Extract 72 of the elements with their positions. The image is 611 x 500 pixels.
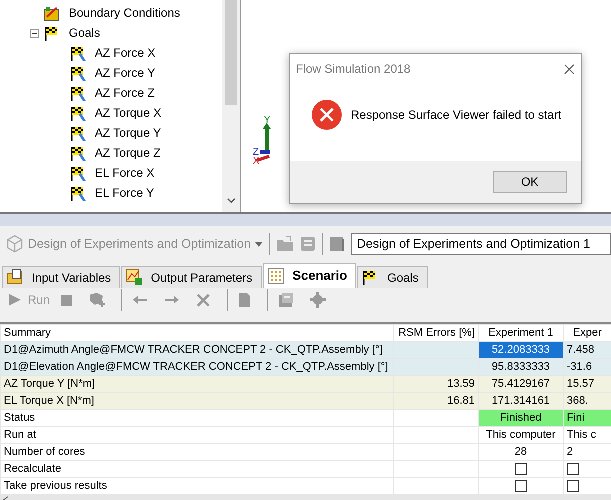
table-cell[interactable]: -31.6: [564, 358, 611, 376]
tab[interactable]: Scenario: [262, 263, 356, 288]
tree-item[interactable]: EL Force X: [95, 164, 155, 182]
table-cell: 13.59: [394, 376, 478, 392]
status-cell: Fini: [564, 410, 611, 426]
column-header: Experiment 1: [478, 324, 564, 342]
flag-icon: [70, 44, 87, 62]
checkbox[interactable]: [567, 463, 579, 476]
flag-icon: [70, 144, 87, 162]
ok-button[interactable]: OK: [493, 171, 567, 193]
scroll-down-icon[interactable]: [226, 198, 236, 204]
row-label: Number of cores: [0, 444, 394, 460]
row-label: Run at: [0, 426, 394, 444]
flag-icon: [70, 104, 87, 122]
dialog-title: Flow Simulation 2018: [296, 61, 411, 78]
table-cell: This computer: [478, 426, 564, 444]
table-cell: 171.314161: [478, 392, 564, 410]
folder-icon[interactable]: [276, 236, 294, 252]
tree-item[interactable]: AZ Force Y: [95, 64, 156, 82]
row-label: EL Torque X [N*m]: [0, 392, 394, 410]
table-cell: 75.4129167: [478, 376, 564, 392]
grid-icon: [268, 268, 285, 284]
tab[interactable]: Input Variables: [2, 266, 120, 288]
flag-icon: [70, 164, 87, 182]
row-label: Status: [0, 410, 394, 426]
flag-icon: [70, 84, 87, 102]
close-icon[interactable]: [564, 64, 575, 74]
table-cell[interactable]: 52.2083333: [478, 342, 564, 358]
tree-item[interactable]: AZ Torque Y: [95, 124, 162, 142]
flag-icon: [70, 124, 87, 142]
checkbox[interactable]: [515, 463, 527, 476]
table-cell: 368.: [564, 392, 611, 410]
table-cell: 16.81: [394, 392, 478, 410]
tree-item[interactable]: Boundary Conditions: [69, 4, 180, 22]
column-header: Summary: [0, 324, 394, 342]
save-icon[interactable]: [300, 236, 316, 252]
tree-item[interactable]: EL Force Y: [95, 184, 154, 202]
checkbox[interactable]: [515, 480, 527, 492]
book-icon[interactable]: [329, 236, 346, 252]
chart-icon: [126, 269, 144, 286]
flag-icon: [70, 64, 87, 82]
cube-icon: [6, 235, 24, 253]
tree-item[interactable]: AZ Torque X: [95, 104, 162, 122]
scrollbar[interactable]: [222, 0, 240, 212]
flag-icon: [70, 184, 87, 202]
collapse-icon[interactable]: [30, 28, 39, 38]
boundary-conditions-icon: [44, 4, 61, 22]
tree-item[interactable]: Goals: [69, 24, 100, 42]
splitter-bar[interactable]: [0, 212, 611, 226]
tree-item[interactable]: AZ Torque Z: [95, 144, 161, 162]
column-header: RSM Errors [%]: [394, 324, 478, 342]
tree-item[interactable]: AZ Force Z: [95, 84, 156, 102]
table-cell: 15.57: [564, 376, 611, 392]
table-cell[interactable]: 7.458: [564, 342, 611, 358]
row-label: AZ Torque Y [N*m]: [0, 376, 394, 392]
axis-triad-drawing: Y Z X: [253, 113, 289, 165]
row-label: Recalculate: [0, 460, 394, 478]
row-label: D1@Azimuth Angle@FMCW TRACKER CONCEPT 2 - CK_QTP.Assembly [°]: [0, 342, 394, 358]
status-cell: Finished: [478, 410, 564, 426]
scrollbar-thumb[interactable]: [225, 0, 237, 105]
tree-item[interactable]: AZ Force X: [95, 44, 156, 62]
folder-icon: [7, 269, 24, 286]
table-cell[interactable]: 95.8333333: [478, 358, 564, 376]
caret-icon: [255, 242, 264, 246]
error-icon: [312, 100, 342, 130]
error-message: Response Surface Viewer failed to start: [351, 107, 562, 124]
row-label: D1@Elevation Angle@FMCW TRACKER CONCEPT 2 - CK_QTP.Assembly [°]: [0, 358, 394, 376]
table-cell: 28: [478, 444, 564, 460]
tab[interactable]: Output Parameters: [121, 266, 262, 288]
checkbox[interactable]: [567, 480, 579, 492]
play-icon: [8, 293, 22, 307]
tab[interactable]: Goals: [357, 266, 428, 288]
